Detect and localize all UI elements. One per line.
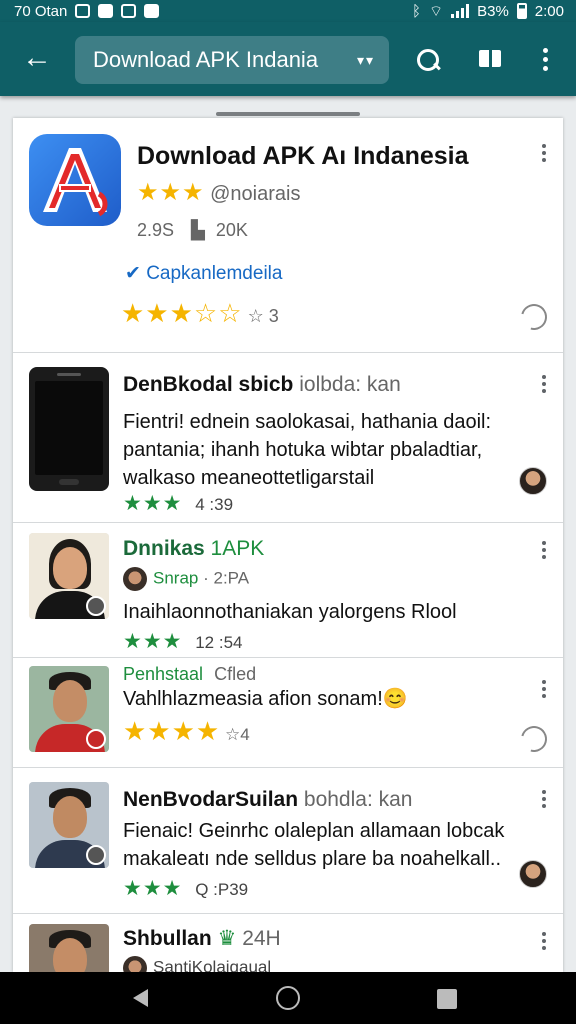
badge-icon xyxy=(86,729,106,749)
review-card[interactable]: Penhstaal Cfled Vahlhlazmeasia afion son… xyxy=(13,658,563,768)
review-meta: ★★★ 4 :39 xyxy=(123,492,234,515)
review-body-line: pantania; ihanh hotuka wibtar pbaladtiar… xyxy=(123,439,483,461)
status-left-text: 70 Otan xyxy=(14,2,68,20)
review-meta: ★★★ 12 :54 xyxy=(123,630,243,653)
status-bar: 70 Otan ᛒ ⌔ B3% 2:00 xyxy=(0,0,576,22)
phone-thumbnail xyxy=(29,367,109,491)
review-meta: ★★★★ ☆4 xyxy=(123,716,250,746)
badge-icon: ♛ xyxy=(217,927,237,950)
review-body-line: makaleatı nde selldus plare ba noahelkal… xyxy=(123,848,502,870)
results-sheet: Download APK Aı Indanesia ★★★ @noiarais … xyxy=(13,118,563,972)
review-card[interactable]: Shbullan ♛ 24H SantiKolaiqaual xyxy=(13,914,563,972)
avatar[interactable] xyxy=(519,467,547,495)
nav-home-icon[interactable] xyxy=(276,986,300,1010)
user-rating-row[interactable]: ★★★☆☆ ☆ 3 xyxy=(121,298,279,329)
badge-icon xyxy=(86,596,106,616)
review-body-line: walkaso meaneottetligarstail xyxy=(123,467,375,489)
notification-icon xyxy=(144,4,160,18)
overflow-menu-icon[interactable] xyxy=(539,541,549,559)
refresh-icon[interactable] xyxy=(516,721,552,757)
overflow-menu-icon[interactable] xyxy=(539,932,549,950)
search-icon[interactable] xyxy=(414,46,442,74)
app-logo-icon xyxy=(29,134,121,226)
bluetooth-icon: ᛒ xyxy=(411,2,421,20)
avatar[interactable] xyxy=(519,860,547,888)
download-icon: ▙ xyxy=(191,220,205,240)
review-title: Penhstaal Cfled xyxy=(123,664,257,684)
nav-recents-icon[interactable] xyxy=(437,989,457,1009)
system-nav-bar xyxy=(0,972,576,1024)
sheet-drag-handle[interactable] xyxy=(216,112,360,116)
chevron-down-icon[interactable]: ▾▾ xyxy=(357,52,375,69)
user-rating-stars[interactable]: ★★★☆☆ xyxy=(121,298,243,328)
rating-stars: ★★★ xyxy=(137,179,205,206)
review-author-row[interactable]: SantiKolaiqaual xyxy=(123,956,271,972)
nav-back-icon[interactable] xyxy=(133,989,148,1007)
avatar xyxy=(123,567,147,591)
notification-icon xyxy=(98,4,114,18)
badge-icon xyxy=(86,845,106,865)
review-body-line: Vahlhlazmeasia afion sonam!😊 xyxy=(123,688,408,710)
search-query: Download APK Indania xyxy=(93,47,319,72)
review-body-line: Inaihlaonnothaniakan yalorgens Rlool xyxy=(123,601,457,623)
review-meta: ★★★ Q :P39 xyxy=(123,877,249,900)
overflow-menu-icon[interactable] xyxy=(530,46,560,74)
author-photo xyxy=(29,533,109,619)
app-size: 2.9S xyxy=(137,220,175,240)
review-card[interactable]: Dnnikas 1APK Snrap · 2:PA Inaihlaonnotha… xyxy=(13,523,563,658)
app-bar: ← Download APK Indania ▾▾ xyxy=(0,22,576,96)
app-rating-row: ★★★ @noiarais xyxy=(137,178,300,207)
review-author-row[interactable]: Snrap · 2:PA xyxy=(123,567,249,591)
review-title: NenBvodarSuilan bohdla: kan xyxy=(123,788,413,811)
notification-icon xyxy=(75,4,91,18)
author-photo xyxy=(29,924,109,972)
star-outline-icon: ☆ xyxy=(247,306,264,326)
review-title: Dnnikas 1APK xyxy=(123,537,265,560)
review-body-line: Fientri! ednein saolokasai, hathania dao… xyxy=(123,411,492,433)
download-count: 20K xyxy=(215,220,248,240)
check-icon: ✔ xyxy=(125,263,141,284)
battery-percent: B3% xyxy=(477,2,509,20)
author-photo xyxy=(29,782,109,868)
app-stats-row: 2.9S ▙ 20K xyxy=(137,220,248,241)
review-body-line: Fienaic! Geinrhc olaleplan allamaan lobc… xyxy=(123,820,505,842)
developer-name: @noiarais xyxy=(210,183,301,205)
signal-icon xyxy=(451,4,470,18)
battery-icon xyxy=(516,3,527,19)
app-title: Download APK Aı Indanesia xyxy=(137,142,469,170)
overflow-menu-icon[interactable] xyxy=(539,790,549,808)
overflow-menu-icon[interactable] xyxy=(539,144,549,162)
avatar xyxy=(123,956,147,972)
developer-link[interactable]: ✔ Capkanlemdeila xyxy=(125,262,282,285)
review-card[interactable]: NenBvodarSuilan bohdla: kan Fienaic! Gei… xyxy=(13,768,563,914)
back-arrow-icon[interactable]: ← xyxy=(22,43,54,74)
status-time: 2:00 xyxy=(534,2,564,20)
review-title: Shbullan ♛ 24H xyxy=(123,927,281,950)
author-photo xyxy=(29,666,109,752)
refresh-icon[interactable] xyxy=(516,299,552,335)
overflow-menu-icon[interactable] xyxy=(539,375,549,393)
wifi-icon: ⌔ xyxy=(429,2,444,20)
overflow-menu-icon[interactable] xyxy=(539,680,549,698)
app-card[interactable]: Download APK Aı Indanesia ★★★ @noiarais … xyxy=(13,118,563,353)
search-field[interactable]: Download APK Indania ▾▾ xyxy=(75,36,389,84)
notification-icon xyxy=(121,4,137,18)
review-title: DenBkodal sbicb iolbda: kan xyxy=(123,373,401,396)
review-card[interactable]: DenBkodal sbicb iolbda: kan Fientri! edn… xyxy=(13,353,563,523)
book-icon[interactable] xyxy=(476,46,504,74)
user-rating-count: 3 xyxy=(268,306,279,326)
